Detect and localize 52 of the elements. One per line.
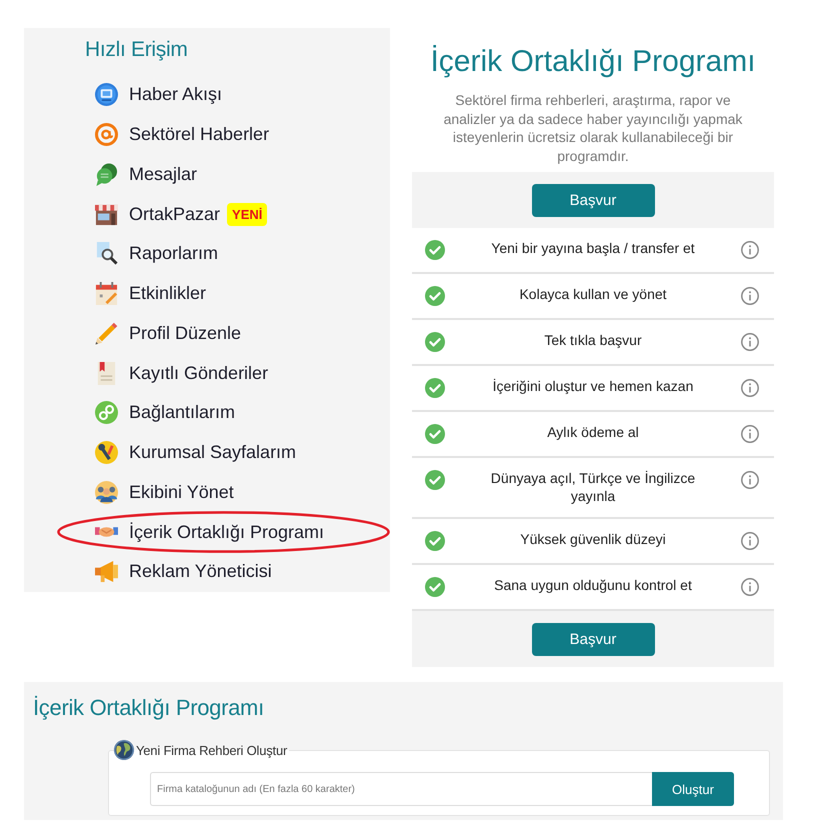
link-icon <box>95 401 118 424</box>
menu-item[interactable]: Mesajlar <box>95 162 198 186</box>
menu-item[interactable]: Etkinlikler <box>95 282 206 306</box>
feature-text: Yeni bir yayına başla / transfer et <box>491 239 695 257</box>
calendar-icon <box>95 282 118 306</box>
program-description: Sektörel firma rehberleri, araştırma, rapor ve analizler ya da sadece haber yayıncılığı yapmak isteyenlerin ücretsiz olarak kullanabileceği bir programdır. <box>442 91 744 165</box>
menu-item[interactable]: Reklam Yöneticisi <box>95 560 272 583</box>
info-icon[interactable] <box>741 578 759 596</box>
team-icon <box>95 480 118 504</box>
feature-text: Dünyaya açıl, Türkçe ve İngilizce yayınla <box>490 469 696 505</box>
tools-icon <box>95 441 118 464</box>
globe-icon <box>114 740 134 760</box>
menu-item[interactable]: Ekibini Yönet <box>95 480 234 504</box>
menu-item[interactable]: Bağlantılarım <box>95 401 236 424</box>
menu-item[interactable]: Kurumsal Sayfalarım <box>95 441 296 464</box>
feature-text: İçeriğini oluştur ve hemen kazan <box>492 377 694 395</box>
info-icon[interactable] <box>741 471 759 489</box>
create-button[interactable]: Oluştur <box>652 772 734 806</box>
info-icon[interactable] <box>741 425 759 443</box>
at-sign-icon <box>95 123 118 146</box>
menu-item[interactable]: Sektörel Haberler <box>95 123 270 146</box>
feature-text: Aylık ödeme al <box>547 423 639 441</box>
menu-item[interactable]: OrtakPazar YENİ <box>95 202 268 226</box>
page-title: İçerik Ortaklığı Programı <box>33 694 265 722</box>
catalog-name-field[interactable]: Firma kataloğunun adı (En fazla 60 karakter) <box>150 772 652 806</box>
bookmark-page-icon <box>95 362 118 385</box>
apply-button[interactable]: Başvur <box>532 184 654 216</box>
menu-item[interactable]: Kayıtlı Gönderiler <box>95 362 268 385</box>
form-legend: Yeni Firma Rehberi Oluştur <box>136 742 288 758</box>
megaphone-icon <box>95 560 118 583</box>
feature-text: Kolayca kullan ve yönet <box>519 285 667 303</box>
document-search-icon <box>95 242 118 266</box>
feature-text: Tek tıkla başvur <box>544 331 642 349</box>
info-icon[interactable] <box>741 333 759 351</box>
info-icon[interactable] <box>741 532 759 550</box>
handshake-icon <box>95 526 118 538</box>
section-title: Hızlı Erişim <box>85 37 189 63</box>
info-icon[interactable] <box>741 379 759 397</box>
menu-item[interactable]: Profil Düzenle <box>95 322 242 345</box>
screen-icon <box>95 83 118 106</box>
new-badge: YENİ <box>227 202 268 226</box>
info-icon[interactable] <box>741 241 759 259</box>
storefront-icon <box>95 202 118 226</box>
pencil-icon <box>95 322 118 345</box>
feature-text: Sana uygun olduğunu kontrol et <box>494 576 692 594</box>
chat-bubbles-icon <box>95 162 118 186</box>
apply-button[interactable]: Başvur <box>532 622 654 656</box>
info-icon[interactable] <box>741 287 759 305</box>
feature-text: Yüksek güvenlik düzeyi <box>520 530 666 548</box>
menu-item[interactable]: Haber Akışı <box>95 83 222 106</box>
menu-item[interactable]: Raporlarım <box>95 242 218 266</box>
program-title: İçerik Ortaklığı Programı <box>429 44 757 80</box>
